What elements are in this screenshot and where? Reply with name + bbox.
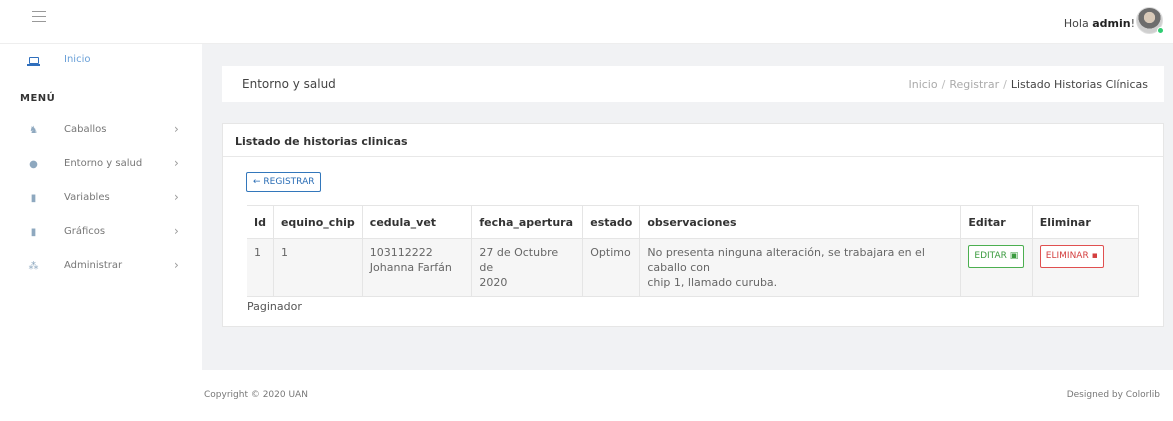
sidebar-item-graficos[interactable]: ▮ Gráficos › xyxy=(0,216,202,250)
card-title: Listado de historias clinicas xyxy=(223,124,1163,157)
cell-estado: Optimo xyxy=(582,238,641,297)
page-title: Entorno y salud xyxy=(242,77,336,91)
table-row: 1 1 103112222 Johanna Farfán 27 de Octubr… xyxy=(247,238,1140,297)
fecha-part: 2020 xyxy=(479,276,508,289)
column-header: Id xyxy=(247,205,274,239)
page-header: Entorno y salud Inicio / Registrar / Listado… xyxy=(222,66,1164,102)
sidebar-item-label: Entorno y salud xyxy=(64,158,143,169)
chevron-right-icon: › xyxy=(174,224,179,238)
sidebar-item-label: Caballos xyxy=(64,124,107,135)
column-header: equino_chip xyxy=(273,205,363,239)
sidebar-item-label: Gráficos xyxy=(64,226,106,237)
chevron-right-icon: › xyxy=(174,190,179,204)
sidebar-item-entorno[interactable]: ● Entorno y salud › xyxy=(0,148,202,182)
chevron-right-icon: › xyxy=(174,122,179,136)
fecha-part: 27 de Octubre de xyxy=(479,246,559,274)
menu-toggle-icon[interactable] xyxy=(32,11,46,25)
cedula-number: 103112222 xyxy=(369,246,433,259)
username: admin xyxy=(1092,17,1131,30)
column-header: Editar xyxy=(960,205,1033,239)
cell-equino-chip: 1 xyxy=(272,238,363,297)
cell-id: 1 xyxy=(247,238,274,297)
designed-by-text: Designed by Colorlib xyxy=(1066,390,1160,400)
online-status-dot xyxy=(1157,27,1164,34)
laptop-icon xyxy=(27,57,40,66)
top-bar: Hola admin! xyxy=(0,0,1173,44)
greeting-suffix: ! xyxy=(1130,17,1135,30)
observation-text: No presenta ninguna alteración, se traba… xyxy=(647,246,925,274)
horse-icon: ♞ xyxy=(29,125,38,136)
table-header-row: Id equino_chip cedula_vet fecha_apertura… xyxy=(247,205,1140,239)
chevron-right-icon: › xyxy=(174,156,179,170)
breadcrumb-registrar[interactable]: Registrar xyxy=(949,78,999,91)
sidebar-item-label: Inicio xyxy=(64,54,91,65)
sidebar-item-administrar[interactable]: ⁂ Administrar › xyxy=(0,250,202,284)
chevron-right-icon: › xyxy=(174,258,179,272)
delete-button[interactable]: ELIMINAR ▪ xyxy=(1039,245,1104,268)
menu-heading: MENÚ xyxy=(20,93,56,104)
cell-edit: EDITAR ▣ xyxy=(960,238,1033,297)
observation-text: chip 1, llamado curuba. xyxy=(647,276,778,289)
user-icon: ● xyxy=(29,159,38,170)
file-icon: ▮ xyxy=(30,227,37,238)
records-card: Listado de historias clinicas ← REGISTRA… xyxy=(222,123,1164,327)
edit-button[interactable]: EDITAR ▣ xyxy=(968,245,1025,268)
paginator[interactable]: Paginador xyxy=(247,300,302,313)
breadcrumb-inicio[interactable]: Inicio xyxy=(908,78,937,91)
column-header: cedula_vet xyxy=(362,205,473,239)
users-icon: ⁂ xyxy=(28,261,39,272)
cell-fecha-apertura: 27 de Octubre de 2020 xyxy=(471,238,584,297)
column-header: estado xyxy=(582,205,641,239)
breadcrumb-current: Listado Historias Clínicas xyxy=(1010,78,1148,91)
column-header: Eliminar xyxy=(1032,205,1140,239)
sidebar-item-caballos[interactable]: ♞ Caballos › xyxy=(0,114,202,148)
column-header: fecha_apertura xyxy=(471,205,584,239)
sidebar: Inicio MENÚ ♞ Caballos › ● Entorno y sal… xyxy=(0,44,202,421)
records-table: Id equino_chip cedula_vet fecha_apertura… xyxy=(247,205,1140,297)
sidebar-item-label: Administrar xyxy=(64,260,123,271)
register-button[interactable]: ← REGISTRAR xyxy=(246,172,322,192)
footer: Copyright © 2020 UAN Designed by Colorli… xyxy=(202,370,1173,421)
sidebar-item-variables[interactable]: ▮ Variables › xyxy=(0,182,202,216)
edit-label: EDITAR xyxy=(974,251,1007,261)
delete-label: ELIMINAR xyxy=(1045,251,1089,261)
greeting-prefix: Hola xyxy=(1063,17,1093,30)
cell-observaciones: No presenta ninguna alteración, se traba… xyxy=(639,238,962,297)
copyright-text: Copyright © 2020 UAN xyxy=(204,390,308,400)
vet-name: Johanna Farfán xyxy=(369,261,452,274)
sidebar-item-inicio[interactable]: Inicio xyxy=(0,44,202,78)
cell-delete: ELIMINAR ▪ xyxy=(1031,238,1140,297)
sidebar-item-label: Variables xyxy=(64,192,110,203)
file-icon: ▮ xyxy=(30,193,37,204)
user-greeting: Hola admin! xyxy=(1064,17,1135,30)
breadcrumb: Inicio / Registrar / Listado Historias Clíni… xyxy=(908,78,1148,91)
column-header: observaciones xyxy=(639,205,962,239)
trash-icon: ▪ xyxy=(1091,251,1098,261)
main-content: Entorno y salud Inicio / Registrar / Listado… xyxy=(202,44,1173,421)
cell-cedula-vet: 103112222 Johanna Farfán xyxy=(361,238,473,297)
save-icon: ▣ xyxy=(1009,251,1019,261)
